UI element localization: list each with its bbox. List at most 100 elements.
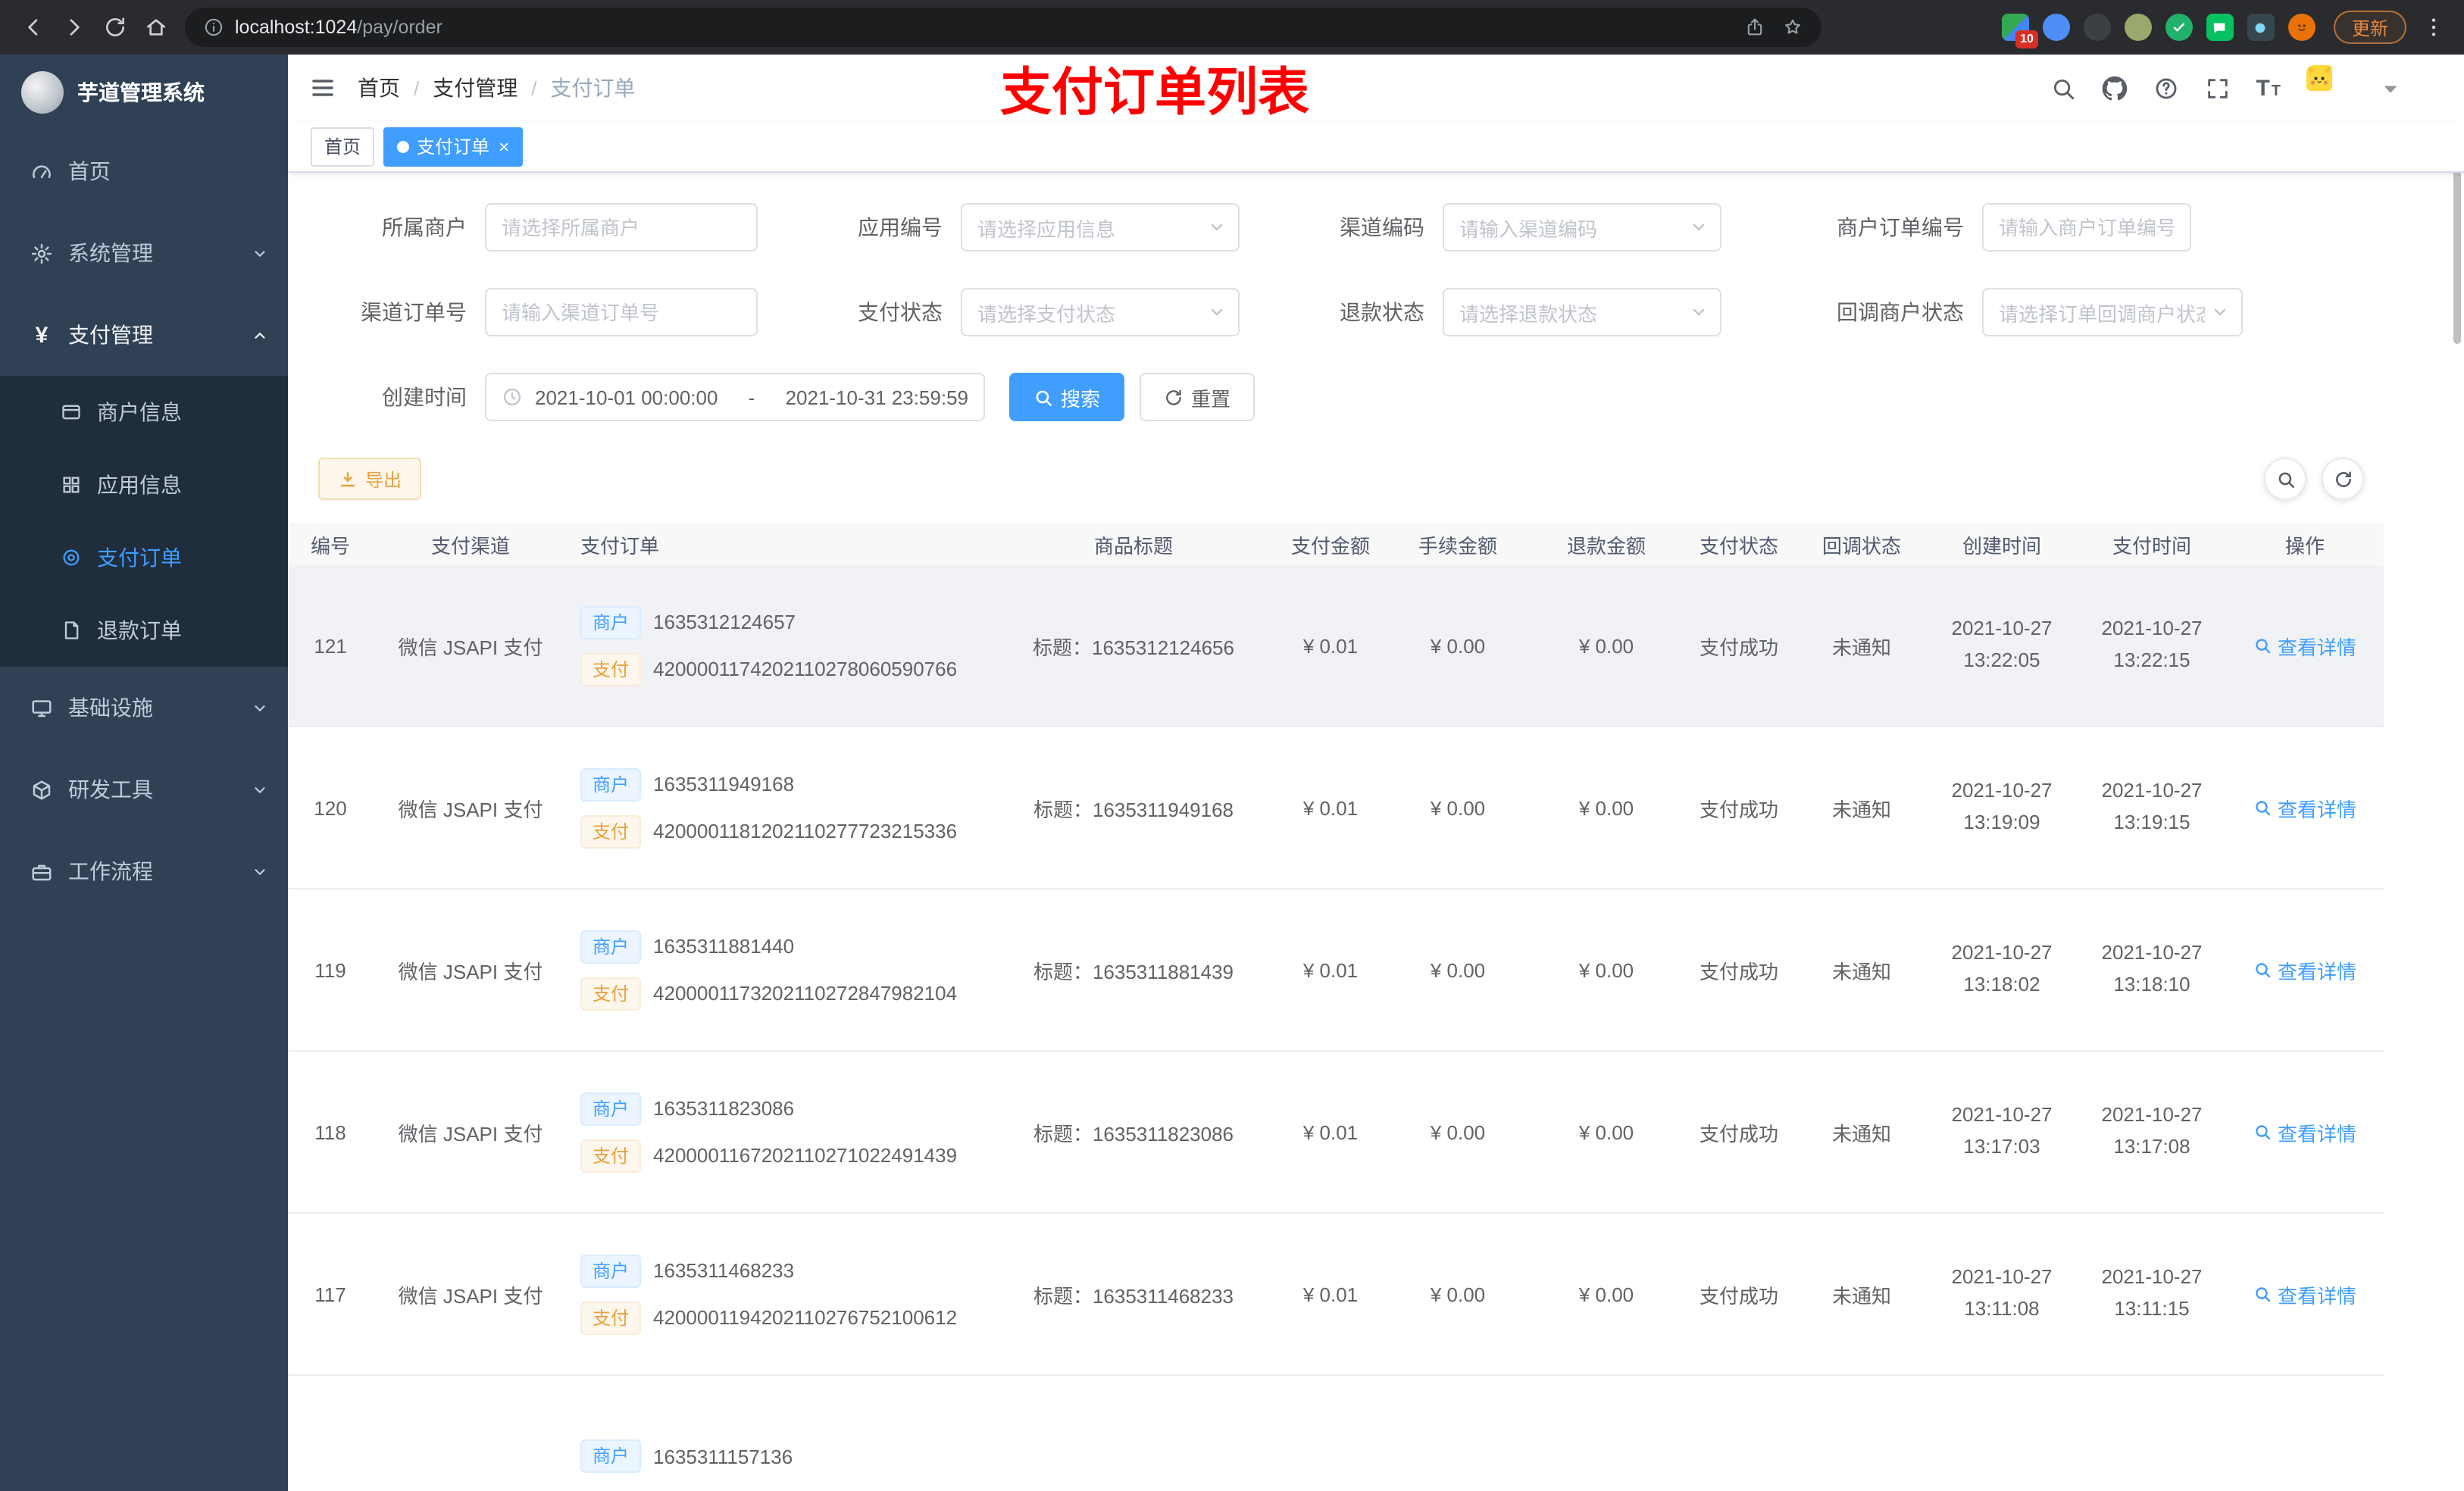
profile-avatar-icon[interactable] — [2287, 14, 2315, 41]
cell-title: 标题：1635312124656 — [1033, 636, 1234, 658]
notify-status-select[interactable]: 请选择订单回调商户状态 — [1982, 288, 2243, 336]
chevron-down-icon — [255, 868, 265, 874]
breadcrumb-section[interactable]: 支付管理 — [433, 73, 518, 103]
chevron-down-icon — [1693, 223, 1705, 231]
channel-order-no-input[interactable] — [485, 288, 758, 336]
cell-id: 117 — [314, 1283, 346, 1305]
view-detail-link[interactable]: 查看详情 — [2253, 1117, 2356, 1146]
screen: localhost:1024/pay/order 10 更新 芋道管理系统 首页… — [0, 0, 2464, 1491]
refresh-table-button[interactable] — [2322, 458, 2364, 500]
tab-home[interactable]: 首页 — [311, 127, 375, 166]
browser-back-icon[interactable] — [12, 7, 53, 48]
extension-check-icon[interactable] — [2165, 14, 2193, 41]
tab-close-icon[interactable]: × — [499, 137, 509, 155]
table-row[interactable]: 117 微信 JSAPI 支付 商户 1635311468233 支付 4200… — [288, 1214, 2384, 1376]
view-detail-link[interactable]: 查看详情 — [2253, 793, 2356, 822]
sidebar-item-infra[interactable]: 基础设施 — [0, 667, 288, 749]
cell-channel: 微信 JSAPI 支付 — [398, 798, 543, 821]
col-header-id: 编号 — [310, 534, 350, 557]
address-bar[interactable]: localhost:1024/pay/order — [185, 8, 1821, 47]
extension-olive-icon[interactable] — [2124, 14, 2152, 41]
search-button[interactable]: 搜索 — [1009, 373, 1125, 421]
date-range-end: 2021-10-31 23:59:59 — [785, 386, 968, 408]
table-row[interactable]: 119 微信 JSAPI 支付 商户 1635311881440 支付 4200… — [288, 889, 2384, 1052]
sidebar-item-label: 工作流程 — [68, 859, 153, 883]
cell-order: 商户 1635311949168 支付 42000011812021102777… — [568, 767, 990, 848]
cell-notify: 未通知 — [1831, 1122, 1891, 1145]
sidebar-item-label: 退款订单 — [97, 618, 182, 642]
bookmark-star-icon[interactable] — [1782, 17, 1803, 38]
page-annotation: 支付订单列表 — [1000, 64, 1309, 122]
cell-refund: ¥ 0.00 — [1578, 1121, 1634, 1143]
cell-pay-time: 2021-10-27 13:11:15 — [2101, 1265, 2203, 1320]
refresh-icon — [2335, 470, 2350, 486]
merchant-tag: 商户 — [580, 1254, 642, 1287]
extension-grid-icon[interactable]: 10 — [2001, 14, 2038, 48]
table-row-partial[interactable]: 商户 1635311157136 — [288, 1376, 2384, 1491]
merchant-order-no: 1635311823086 — [653, 1097, 795, 1120]
cell-fee: ¥ 0.00 — [1430, 634, 1486, 657]
share-icon[interactable] — [1744, 17, 1765, 38]
sidebar-item-merchant-info[interactable]: 商户信息 — [0, 376, 288, 449]
app-no-select[interactable]: 请选择应用信息 — [961, 203, 1240, 252]
pay-status-select[interactable]: 请选择支付状态 — [961, 288, 1240, 336]
github-icon[interactable] — [2101, 75, 2127, 101]
sidebar-item-workflow[interactable]: 工作流程 — [0, 830, 288, 912]
extension-chat-icon[interactable] — [2206, 14, 2234, 41]
browser-forward-icon[interactable] — [53, 7, 94, 48]
chevron-down-icon — [2214, 308, 2226, 316]
sidebar-item-home[interactable]: 首页 — [0, 130, 288, 212]
font-size-icon[interactable]: TT — [2256, 75, 2281, 101]
sidebar-item-app-info[interactable]: 应用信息 — [0, 449, 288, 521]
hide-search-button[interactable] — [2264, 458, 2306, 500]
view-detail-link[interactable]: 查看详情 — [2253, 1280, 2356, 1308]
sidebar-item-pay[interactable]: ¥ 支付管理 — [0, 294, 288, 376]
merchant-tag: 商户 — [580, 605, 642, 639]
export-button[interactable]: 导出 — [318, 458, 422, 500]
fullscreen-icon[interactable] — [2204, 75, 2230, 101]
browser-reload-icon[interactable] — [94, 7, 135, 48]
sidebar-item-refund-order[interactable]: 退款订单 — [0, 594, 288, 667]
user-avatar[interactable] — [2306, 65, 2352, 111]
avatar-caret-icon[interactable] — [2378, 75, 2403, 101]
breadcrumb-home[interactable]: 首页 — [358, 73, 400, 103]
browser-menu-icon[interactable] — [2422, 15, 2446, 39]
cell-status: 支付成功 — [1699, 960, 1778, 983]
tab-label: 首页 — [324, 136, 361, 158]
sidebar-item-system[interactable]: 系统管理 — [0, 212, 288, 294]
breadcrumb-separator: / — [531, 77, 537, 99]
cell-channel: 微信 JSAPI 支付 — [398, 1122, 543, 1145]
merchant-order-no-input[interactable] — [1982, 203, 2191, 252]
search-icon — [1036, 389, 1052, 406]
table-row[interactable]: 121 微信 JSAPI 支付 商户 1635312124657 支付 4200… — [288, 565, 2384, 727]
table-row[interactable]: 118 微信 JSAPI 支付 商户 1635311823086 支付 4200… — [288, 1052, 2384, 1214]
hamburger-icon[interactable] — [309, 74, 336, 102]
chevron-down-icon — [1693, 308, 1705, 316]
table-row[interactable]: 120 微信 JSAPI 支付 商户 1635311949168 支付 4200… — [288, 727, 2384, 889]
extensions-row: 10 — [2001, 14, 2315, 48]
extension-blue-icon[interactable] — [2042, 14, 2070, 41]
sidebar-item-pay-order[interactable]: 支付订单 — [0, 521, 288, 594]
view-detail-link[interactable]: 查看详情 — [2253, 955, 2356, 984]
refund-status-select[interactable]: 请选择退款状态 — [1443, 288, 1721, 336]
cell-id: 120 — [314, 796, 347, 819]
channel-code-select[interactable]: 请输入渠道编码 — [1443, 203, 1721, 252]
grid-icon — [63, 477, 80, 493]
create-time-range-picker[interactable]: 2021-10-01 00:00:00 - 2021-10-31 23:59:5… — [485, 373, 985, 421]
site-info-icon[interactable] — [203, 17, 224, 38]
browser-home-icon[interactable] — [135, 7, 176, 48]
app-logo-row[interactable]: 芋道管理系统 — [0, 55, 288, 130]
reset-button[interactable]: 重置 — [1140, 373, 1255, 421]
extension-dark-icon[interactable] — [2083, 14, 2111, 41]
sidebar-item-dev-tools[interactable]: 研发工具 — [0, 749, 288, 830]
cell-channel: 微信 JSAPI 支付 — [398, 1284, 543, 1307]
help-icon[interactable] — [2153, 75, 2178, 101]
col-header-create-time: 创建时间 — [1962, 534, 2041, 557]
view-detail-link[interactable]: 查看详情 — [2253, 631, 2356, 660]
extension-bird-icon[interactable] — [2247, 14, 2275, 41]
browser-update-button[interactable]: 更新 — [2333, 11, 2406, 44]
header-search-icon[interactable] — [2050, 75, 2075, 101]
tab-pay-order[interactable]: 支付订单 × — [383, 127, 524, 166]
merchant-filter-input[interactable] — [485, 203, 758, 252]
yen-icon: ¥ — [35, 322, 48, 348]
